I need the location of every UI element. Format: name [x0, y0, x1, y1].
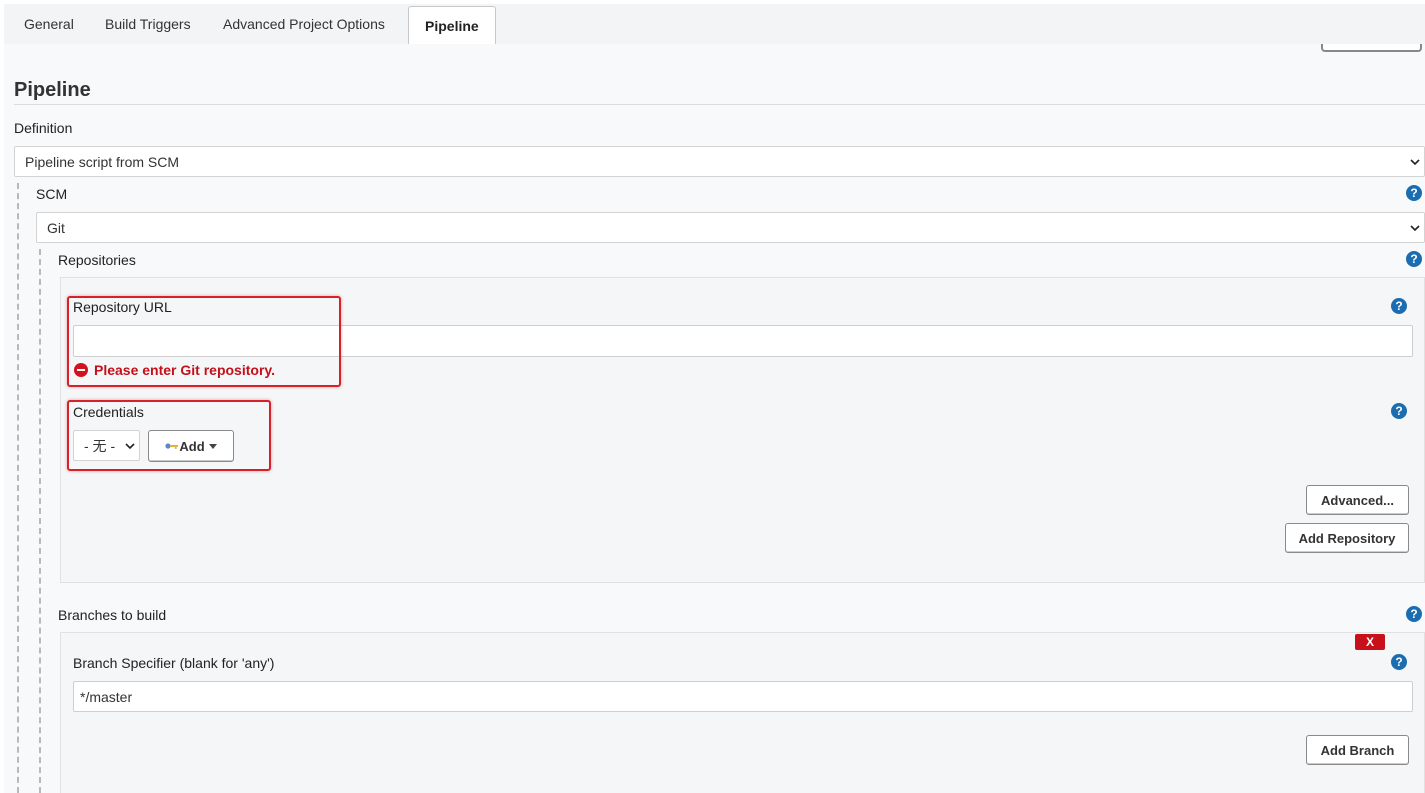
add-branch-button[interactable]: Add Branch [1306, 735, 1409, 765]
tab-bar: General Build Triggers Advanced Project … [4, 4, 1425, 46]
chevron-down-icon [1410, 224, 1420, 231]
repositories-label: Repositories [58, 252, 136, 268]
scm-select[interactable]: Git [36, 212, 1425, 243]
tab-general[interactable]: General [8, 4, 90, 44]
section-title: Pipeline [14, 79, 91, 101]
scm-indent-guide [17, 183, 19, 793]
repo-url-highlight [67, 296, 341, 387]
branch-specifier-input[interactable]: */master [73, 681, 1413, 712]
section-divider [14, 104, 1425, 105]
scm-select-value: Git [47, 219, 65, 236]
tab-advanced-project-options[interactable]: Advanced Project Options [207, 4, 401, 44]
branches-help-icon[interactable]: ? [1406, 606, 1422, 622]
previous-section-button-edge[interactable] [1321, 44, 1422, 52]
credentials-help-icon[interactable]: ? [1391, 403, 1407, 419]
delete-branch-button[interactable]: X [1355, 634, 1385, 650]
scm-label: SCM [36, 186, 68, 202]
advanced-button[interactable]: Advanced... [1306, 485, 1409, 515]
repo-url-help-icon[interactable]: ? [1391, 298, 1407, 314]
tab-pipeline[interactable]: Pipeline [408, 6, 496, 46]
branches-label: Branches to build [58, 607, 167, 623]
definition-label: Definition [14, 120, 73, 136]
add-repository-button[interactable]: Add Repository [1285, 523, 1409, 553]
tab-build-triggers[interactable]: Build Triggers [89, 4, 207, 44]
scm-help-icon[interactable]: ? [1406, 185, 1422, 201]
branch-specifier-label: Branch Specifier (blank for 'any') [73, 655, 275, 671]
credentials-highlight [67, 400, 271, 471]
definition-select[interactable]: Pipeline script from SCM [14, 146, 1425, 177]
chevron-down-icon [1410, 158, 1420, 165]
git-indent-guide [39, 249, 41, 793]
repositories-help-icon[interactable]: ? [1406, 251, 1422, 267]
branch-specifier-help-icon[interactable]: ? [1391, 654, 1407, 670]
definition-select-value: Pipeline script from SCM [25, 153, 180, 170]
